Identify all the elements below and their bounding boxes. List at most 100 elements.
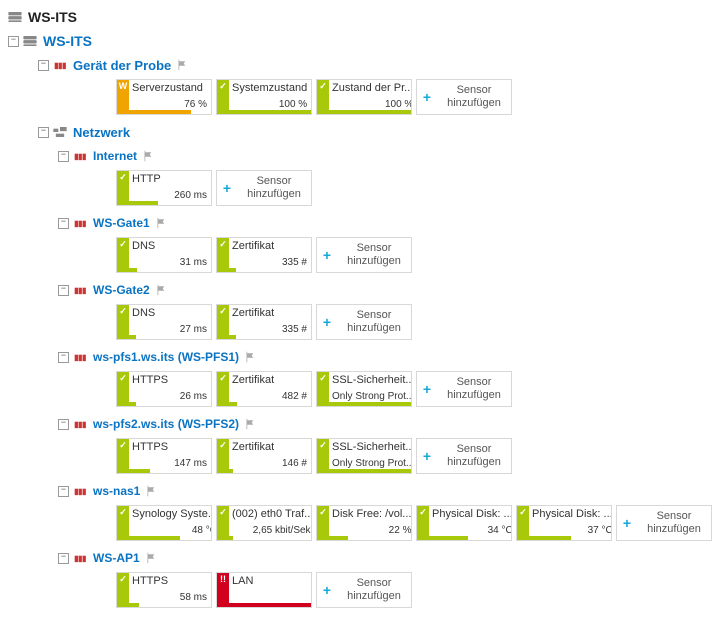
add-sensor-button[interactable]: + Sensor hinzufügen — [416, 79, 512, 115]
sensor-row: ✓HTTPS58 ms !!LAN +Sensor hinzufügen — [8, 572, 714, 608]
check-icon: ✓ — [219, 373, 227, 384]
add-sensor-button[interactable]: +Sensor hinzufügen — [216, 170, 312, 206]
sensor-row: ✓HTTPS26 ms ✓Zertifikat482 # ✓SSL-Sicher… — [8, 371, 714, 407]
check-icon: ✓ — [219, 239, 227, 250]
check-icon: ✓ — [119, 507, 127, 518]
sensor-https[interactable]: ✓HTTPS58 ms — [116, 572, 212, 608]
probe-icon — [23, 35, 37, 47]
sensor-cert[interactable]: ✓Zertifikat146 # — [216, 438, 312, 474]
check-icon: ✓ — [219, 306, 227, 317]
device-ws-pfs2[interactable]: ws-pfs2.ws.its (WS-PFS2) — [93, 417, 239, 431]
sensor-row: ✓ HTTP260 ms +Sensor hinzufügen — [8, 170, 714, 206]
plus-icon: + — [417, 372, 437, 406]
expand-toggle[interactable]: − — [58, 553, 69, 564]
device-internet[interactable]: Internet — [93, 149, 137, 163]
sensor-dns[interactable]: ✓DNS27 ms — [116, 304, 212, 340]
sensor-row: W Serverzustand76 % ✓ Systemzustand100 %… — [8, 79, 714, 115]
sensor-phys1[interactable]: ✓Physical Disk: ...34 °C — [416, 505, 512, 541]
check-icon: ✓ — [119, 440, 127, 451]
device-ws-gate2[interactable]: WS-Gate2 — [93, 283, 150, 297]
expand-toggle[interactable]: − — [58, 486, 69, 497]
device-icon: ▮▮▮ — [73, 217, 87, 229]
add-sensor-button[interactable]: +Sensor hinzufügen — [316, 572, 412, 608]
check-icon: ✓ — [219, 440, 227, 451]
add-sensor-button[interactable]: +Sensor hinzufügen — [316, 237, 412, 273]
sensor-synology[interactable]: ✓Synology Syste...48 °C — [116, 505, 212, 541]
flag-icon[interactable] — [177, 59, 189, 71]
check-icon: ✓ — [319, 373, 327, 384]
plus-icon: + — [317, 305, 337, 339]
server-icon — [8, 11, 22, 23]
flag-icon[interactable] — [146, 552, 158, 564]
sensor-row: ✓DNS27 ms ✓Zertifikat335 # +Sensor hinzu… — [8, 304, 714, 340]
flag-icon[interactable] — [245, 418, 257, 430]
plus-icon: + — [317, 238, 337, 272]
check-icon: ✓ — [119, 574, 127, 585]
network-group-label[interactable]: Netzwerk — [73, 125, 130, 140]
expand-toggle[interactable]: − — [58, 419, 69, 430]
expand-toggle[interactable]: − — [8, 36, 19, 47]
sensor-phys2[interactable]: ✓Physical Disk: ...37 °C — [516, 505, 612, 541]
check-icon: ✓ — [519, 507, 527, 518]
flag-icon[interactable] — [146, 485, 158, 497]
device-icon: ▮▮▮ — [73, 485, 87, 497]
device-of-probe-label[interactable]: Gerät der Probe — [73, 58, 171, 73]
expand-toggle[interactable]: − — [38, 60, 49, 71]
sensor-http[interactable]: ✓ HTTP260 ms — [116, 170, 212, 206]
check-icon: ✓ — [219, 81, 227, 92]
sensor-probe-state[interactable]: ✓ Zustand der Pr...100 % — [316, 79, 412, 115]
plus-icon: + — [617, 506, 637, 540]
sensor-row: ✓DNS31 ms ✓Zertifikat335 # +Sensor hinzu… — [8, 237, 714, 273]
sensor-systemzustand[interactable]: ✓ Systemzustand100 % — [216, 79, 312, 115]
sensor-cert[interactable]: ✓Zertifikat482 # — [216, 371, 312, 407]
sensor-dns[interactable]: ✓DNS31 ms — [116, 237, 212, 273]
flag-icon[interactable] — [245, 351, 257, 363]
sensor-ssl[interactable]: ✓SSL-Sicherheit...Only Strong Prot... — [316, 438, 412, 474]
expand-toggle[interactable]: − — [58, 352, 69, 363]
add-sensor-button[interactable]: +Sensor hinzufügen — [316, 304, 412, 340]
sensor-diskfree[interactable]: ✓Disk Free: /vol...22 % — [316, 505, 412, 541]
plus-icon: + — [317, 573, 337, 607]
device-ws-gate1[interactable]: WS-Gate1 — [93, 216, 150, 230]
sensor-row: ✓Synology Syste...48 °C ✓(002) eth0 Traf… — [8, 505, 714, 541]
sensor-eth0[interactable]: ✓(002) eth0 Traf...2,65 kbit/Sek. — [216, 505, 312, 541]
flag-icon[interactable] — [143, 150, 155, 162]
add-sensor-button[interactable]: +Sensor hinzufügen — [416, 438, 512, 474]
flag-icon[interactable] — [156, 217, 168, 229]
check-icon: ✓ — [219, 507, 227, 518]
sensor-serverzustand[interactable]: W Serverzustand76 % — [116, 79, 212, 115]
device-icon: ▮▮▮ — [73, 284, 87, 296]
error-icon: !! — [220, 574, 226, 584]
check-icon: ✓ — [119, 306, 127, 317]
device-icon: ▮▮▮ — [73, 552, 87, 564]
expand-toggle[interactable]: − — [58, 285, 69, 296]
add-sensor-button[interactable]: +Sensor hinzufügen — [616, 505, 712, 541]
device-ws-nas1[interactable]: ws-nas1 — [93, 484, 140, 498]
sensor-cert[interactable]: ✓Zertifikat335 # — [216, 304, 312, 340]
device-icon: ▮▮▮ — [53, 59, 67, 71]
device-ws-pfs1[interactable]: ws-pfs1.ws.its (WS-PFS1) — [93, 350, 239, 364]
check-icon: ✓ — [419, 507, 427, 518]
sensor-ssl[interactable]: ✓SSL-Sicherheit...Only Strong Prot... — [316, 371, 412, 407]
check-icon: ✓ — [319, 440, 327, 451]
sensor-lan[interactable]: !!LAN — [216, 572, 312, 608]
sensor-https[interactable]: ✓HTTPS147 ms — [116, 438, 212, 474]
sensor-row: ✓HTTPS147 ms ✓Zertifikat146 # ✓SSL-Siche… — [8, 438, 714, 474]
device-ws-ap1[interactable]: WS-AP1 — [93, 551, 140, 565]
device-icon: ▮▮▮ — [73, 351, 87, 363]
check-icon: ✓ — [119, 239, 127, 250]
group-icon — [53, 126, 67, 138]
check-icon: ✓ — [319, 81, 327, 92]
sensor-https[interactable]: ✓HTTPS26 ms — [116, 371, 212, 407]
probe-label[interactable]: WS-ITS — [43, 33, 92, 49]
root-label: WS-ITS — [28, 9, 77, 25]
add-sensor-button[interactable]: +Sensor hinzufügen — [416, 371, 512, 407]
expand-toggle[interactable]: − — [58, 218, 69, 229]
expand-toggle[interactable]: − — [38, 127, 49, 138]
check-icon: ✓ — [319, 507, 327, 518]
expand-toggle[interactable]: − — [58, 151, 69, 162]
flag-icon[interactable] — [156, 284, 168, 296]
check-icon: ✓ — [119, 172, 127, 183]
sensor-cert[interactable]: ✓Zertifikat335 # — [216, 237, 312, 273]
plus-icon: + — [217, 171, 237, 205]
